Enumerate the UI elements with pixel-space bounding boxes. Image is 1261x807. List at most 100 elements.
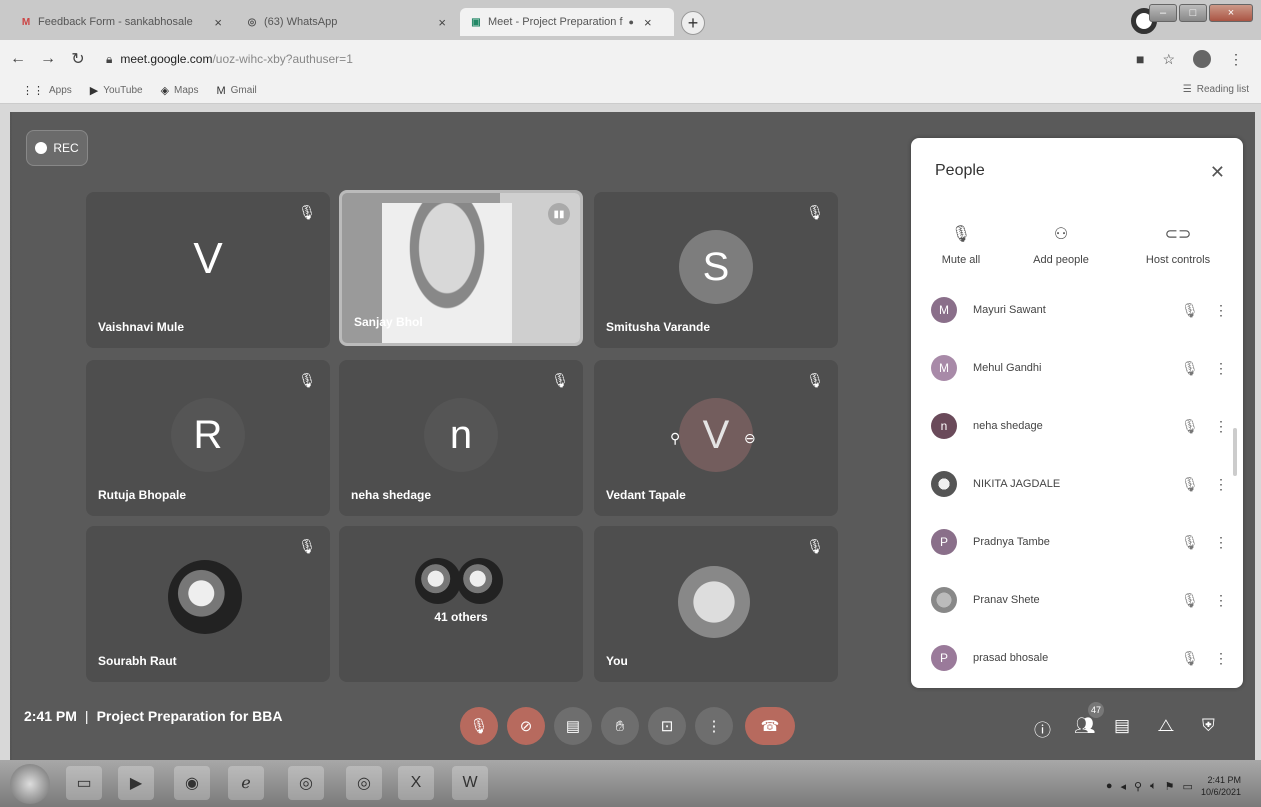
forward-icon[interactable]: →: [36, 50, 60, 68]
excel-icon[interactable]: X: [398, 766, 434, 800]
url-field[interactable]: 🔒︎ meet.google.com/uoz-wihc-xby?authuser…: [106, 52, 353, 67]
pin-icon[interactable]: ⚲: [670, 430, 680, 447]
back-icon[interactable]: ←: [6, 50, 30, 68]
media-player-icon[interactable]: ▶: [118, 766, 154, 800]
raise-hand-button[interactable]: ✋︎: [601, 707, 639, 745]
people-icon[interactable]: 👥︎: [1074, 716, 1096, 736]
account-avatar[interactable]: [1193, 50, 1211, 68]
more-icon[interactable]: ⋮: [1211, 592, 1231, 609]
explorer-icon[interactable]: ▭: [66, 766, 102, 800]
browser-icon[interactable]: ◉: [174, 766, 210, 800]
tab-feedback-form[interactable]: M Feedback Form - sankabhosale ×: [10, 8, 232, 36]
close-icon[interactable]: ×: [214, 15, 222, 30]
camera-off-icon: ⊘: [519, 718, 533, 735]
participant-tile[interactable]: 🎙︎ R Rutuja Bhopale: [86, 360, 330, 516]
present-button[interactable]: ⊡: [648, 707, 686, 745]
participant-tile[interactable]: 🎙︎ S Smitusha Varande: [594, 192, 838, 348]
mic-off-icon[interactable]: 🎙︎: [1181, 476, 1211, 493]
close-icon[interactable]: ×: [644, 15, 652, 30]
participant-tile[interactable]: 🎙︎ V ⚲ ⊖ Vedant Tapale: [594, 360, 838, 516]
participant-tile-speaking[interactable]: ▮▮ Sanjay Bhol: [339, 190, 583, 346]
host-controls-button[interactable]: ⊂⊃ Host controls: [1133, 224, 1223, 266]
reading-list[interactable]: ☰ Reading list: [1183, 84, 1249, 95]
search-icon[interactable]: ⚲: [1134, 780, 1142, 793]
captions-button[interactable]: ▤: [554, 707, 592, 745]
participant-tile[interactable]: 🎙︎ n neha shedage: [339, 360, 583, 516]
participant-photo: [457, 558, 503, 604]
participant-tile[interactable]: 🎙︎ V Vaishnavi Mule: [86, 192, 330, 348]
tab-whatsapp[interactable]: ◎ (63) WhatsApp ×: [236, 8, 456, 36]
participant-avatar: S: [679, 230, 753, 304]
word-icon[interactable]: W: [452, 766, 488, 800]
participant-row[interactable]: n neha shedage 🎙︎ ⋮: [931, 406, 1231, 446]
internet-explorer-icon[interactable]: ℯ: [228, 766, 264, 800]
activities-icon[interactable]: ⧍: [1158, 716, 1174, 736]
mic-off-icon[interactable]: 🎙︎: [1181, 534, 1211, 551]
meeting-time: 2:41 PM: [24, 708, 77, 724]
chrome-icon[interactable]: ◎: [346, 766, 382, 800]
new-tab-button[interactable]: +: [681, 11, 705, 35]
host-controls-icon[interactable]: ⛨: [1202, 716, 1215, 736]
mic-off-icon[interactable]: 🎙︎: [1181, 418, 1211, 435]
participant-name: Smitusha Varande: [606, 320, 711, 334]
participant-row[interactable]: M Mehul Gandhi 🎙︎ ⋮: [931, 348, 1231, 388]
hand-icon: ✋︎: [615, 717, 625, 735]
more-icon[interactable]: ⋮: [1211, 360, 1231, 377]
more-icon[interactable]: ⋮: [1211, 476, 1231, 493]
maximize-button[interactable]: □: [1179, 4, 1207, 22]
info-icon[interactable]: ⓘ: [1034, 716, 1051, 741]
participant-avatar: P: [931, 529, 957, 555]
mic-off-icon[interactable]: 🎙︎: [1181, 302, 1211, 319]
network-icon[interactable]: ●: [1106, 780, 1113, 792]
participant-tile-self[interactable]: 🎙︎ You: [594, 526, 838, 682]
monitor-icon[interactable]: ▭: [1183, 780, 1193, 793]
participant-row[interactable]: NIKITA JAGDALE 🎙︎ ⋮: [931, 464, 1231, 504]
more-icon: ⋮: [706, 718, 722, 735]
more-icon[interactable]: ⋮: [1211, 650, 1231, 667]
more-icon[interactable]: ⋮: [1211, 534, 1231, 551]
mic-off-icon[interactable]: 🎙︎: [1181, 592, 1211, 609]
remove-icon[interactable]: ⊖: [744, 430, 756, 447]
more-icon[interactable]: ⋮: [1211, 302, 1231, 319]
mic-toggle-button[interactable]: 🎙︎: [460, 707, 498, 745]
chrome-icon[interactable]: ◎: [288, 766, 324, 800]
menu-icon[interactable]: ⋮: [1229, 51, 1243, 68]
close-icon[interactable]: ×: [438, 15, 446, 30]
more-options-button[interactable]: ⋮: [695, 707, 733, 745]
add-people-button[interactable]: ⚇ Add people: [1021, 224, 1101, 266]
reload-icon[interactable]: ↻: [66, 49, 90, 69]
panel-scrollbar[interactable]: [1233, 428, 1237, 476]
youtube-icon: ▶: [89, 85, 99, 97]
bookmark-maps[interactable]: ◈ Maps: [161, 84, 199, 97]
bookmark-apps[interactable]: ⋮⋮ Apps: [22, 84, 72, 97]
volume-icon[interactable]: 🔈︎: [1150, 780, 1157, 793]
tab-meet[interactable]: ▣ Meet - Project Preparation f ● ×: [460, 8, 674, 36]
bookmark-youtube[interactable]: ▶ YouTube: [90, 84, 143, 97]
leave-call-button[interactable]: ☎︎: [745, 707, 795, 745]
camera-icon[interactable]: ■: [1136, 51, 1144, 67]
bookmark-gmail[interactable]: M Gmail: [216, 85, 256, 97]
participant-tile[interactable]: 🎙︎ Sourabh Raut: [86, 526, 330, 682]
close-icon[interactable]: ✕: [1210, 162, 1225, 183]
system-clock[interactable]: 2:41 PM 10/6/2021: [1201, 774, 1241, 798]
minimize-button[interactable]: –: [1149, 4, 1177, 22]
chat-icon[interactable]: ▤: [1114, 716, 1130, 736]
participant-row[interactable]: P prasad bhosale 🎙︎ ⋮: [931, 638, 1231, 678]
participant-tile-others[interactable]: 41 others: [339, 526, 583, 682]
mic-off-icon[interactable]: 🎙︎: [1181, 650, 1211, 667]
camera-toggle-button[interactable]: ⊘: [507, 707, 545, 745]
meet-icon: ▣: [471, 16, 481, 28]
flag-icon[interactable]: ⚑: [1165, 780, 1175, 793]
mic-off-icon[interactable]: 🎙︎: [1181, 360, 1211, 377]
participant-row[interactable]: M Mayuri Sawant 🎙︎ ⋮: [931, 290, 1231, 330]
participant-name: NIKITA JAGDALE: [973, 478, 1061, 490]
start-button[interactable]: [10, 764, 50, 804]
participant-row[interactable]: Pranav Shete 🎙︎ ⋮: [931, 580, 1231, 620]
participant-row[interactable]: P Pradnya Tambe 🎙︎ ⋮: [931, 522, 1231, 562]
star-icon[interactable]: ☆: [1162, 51, 1175, 68]
tray-arrow-icon[interactable]: ◂: [1120, 780, 1126, 793]
url-host: meet.google.com: [120, 52, 213, 66]
more-icon[interactable]: ⋮: [1211, 418, 1231, 435]
mute-all-button[interactable]: 🎙︎ Mute all: [929, 224, 993, 266]
window-close-button[interactable]: ×: [1209, 4, 1253, 22]
